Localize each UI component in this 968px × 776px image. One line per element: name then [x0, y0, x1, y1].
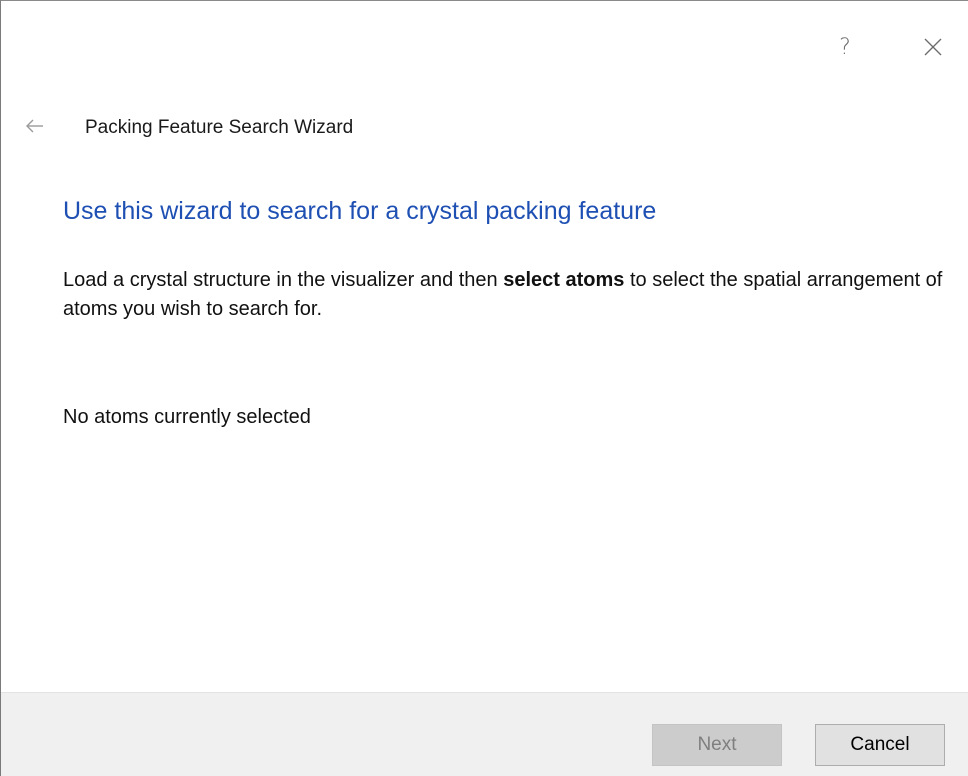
selection-status: No atoms currently selected	[63, 406, 311, 428]
instructions-text: Load a crystal structure in the visualiz…	[63, 266, 958, 324]
help-button[interactable]: ?	[825, 31, 865, 63]
button-bar: Next Cancel	[1, 692, 968, 776]
close-icon	[924, 38, 942, 56]
wizard-header: Packing Feature Search Wizard	[1, 109, 968, 143]
wizard-title: Packing Feature Search Wizard	[85, 117, 354, 138]
close-button[interactable]	[911, 31, 955, 63]
title-bar: ?	[1, 1, 968, 91]
back-button[interactable]	[21, 113, 49, 139]
instructions-bold-text: select atoms	[503, 269, 625, 291]
question-mark-icon: ?	[839, 34, 851, 60]
wizard-dialog: ? Packing Feature Search Wizard Use this…	[0, 0, 968, 776]
cancel-button[interactable]: Cancel	[815, 724, 945, 766]
next-button[interactable]: Next	[652, 724, 782, 766]
back-arrow-icon	[26, 119, 43, 133]
instructions-text-part: Load a crystal structure in the visualiz…	[63, 269, 504, 291]
page-heading: Use this wizard to search for a crystal …	[63, 197, 657, 225]
